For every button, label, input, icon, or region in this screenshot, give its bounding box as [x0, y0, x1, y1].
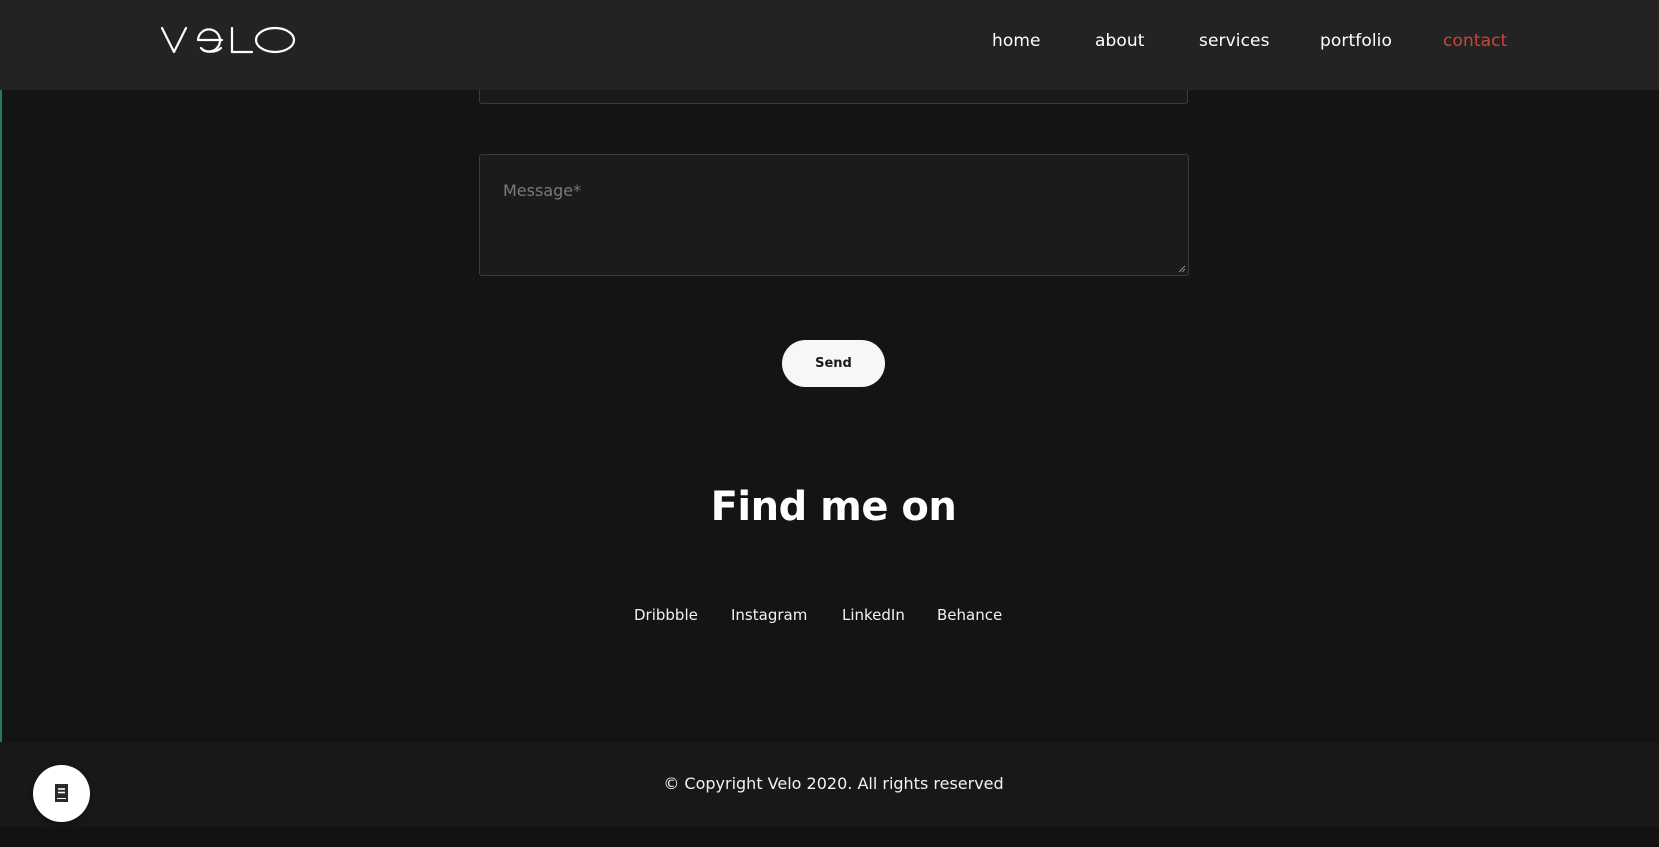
- book-icon: [55, 784, 68, 802]
- nav-services[interactable]: services: [1199, 31, 1270, 51]
- bottom-band: [0, 827, 1659, 847]
- resize-handle-icon[interactable]: [1178, 265, 1186, 273]
- social-link-linkedin[interactable]: LinkedIn: [842, 606, 905, 624]
- send-button[interactable]: Send: [782, 340, 885, 387]
- window-edge: [0, 0, 2, 847]
- message-placeholder: Message*: [503, 181, 582, 200]
- floating-book-button[interactable]: [33, 765, 90, 822]
- nav-home[interactable]: home: [992, 31, 1041, 51]
- nav-about[interactable]: about: [1095, 31, 1145, 51]
- copyright-text: © Copyright Velo 2020. All rights reserv…: [663, 774, 1004, 793]
- site-footer: © Copyright Velo 2020. All rights reserv…: [0, 742, 1659, 827]
- main-nav: home about services portfolio contact: [0, 31, 1659, 55]
- social-link-instagram[interactable]: Instagram: [731, 606, 807, 624]
- social-link-dribbble[interactable]: Dribbble: [634, 606, 698, 624]
- site-header: home about services portfolio contact: [0, 0, 1659, 90]
- page: home about services portfolio contact Me…: [0, 0, 1659, 847]
- find-me-title: Find me on: [710, 484, 957, 530]
- social-links: Dribbble Instagram LinkedIn Behance: [0, 606, 1659, 628]
- nav-contact[interactable]: contact: [1443, 31, 1507, 51]
- nav-portfolio[interactable]: portfolio: [1320, 31, 1392, 51]
- message-field[interactable]: Message*: [479, 154, 1189, 276]
- social-link-behance[interactable]: Behance: [937, 606, 1002, 624]
